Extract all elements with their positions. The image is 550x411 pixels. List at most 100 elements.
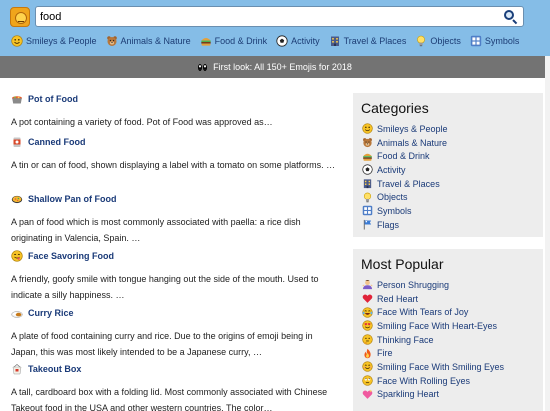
category-item-animals[interactable]: Animals & Nature [362,136,543,150]
result-title-link[interactable]: Shallow Pan of Food [28,194,117,204]
category-item-symbols[interactable]: Symbols [362,204,543,218]
savoring-face-icon [11,250,23,262]
popular-link[interactable]: Thinking Face [377,335,434,345]
thinking-face-icon [362,334,373,345]
popular-item[interactable]: Face With Tears of Joy [362,305,543,319]
nav-item-label: Travel & Places [343,36,407,46]
smiley-icon [11,35,23,47]
smiling-eyes-icon [362,361,373,372]
nav-item-travel[interactable]: Travel & Places [329,35,407,47]
banner-text: First look: All 150+ Emojis for 2018 [213,62,352,72]
lightbulb-icon [362,192,373,203]
nav-item-activity[interactable]: Activity [276,35,320,47]
nav-item-food[interactable]: Food & Drink [200,35,267,47]
popular-link[interactable]: Fire [377,348,393,358]
category-nav: Smileys & People Animals & Nature Food &… [11,34,528,48]
popular-link[interactable]: Smiling Face With Heart-Eyes [377,321,497,331]
popular-link[interactable]: Red Heart [377,294,418,304]
nav-item-smileys[interactable]: Smileys & People [11,35,97,47]
nav-item-objects[interactable]: Objects [415,35,461,47]
category-item-smileys[interactable]: Smileys & People [362,122,543,136]
soccer-ball-icon [362,164,373,175]
bear-icon [106,35,118,47]
sparkling-heart-icon [362,389,373,400]
category-link[interactable]: Travel & Places [377,179,440,189]
category-link[interactable]: Animals & Nature [377,138,447,148]
category-link[interactable]: Activity [377,165,406,175]
popular-item[interactable]: Person Shrugging [362,278,543,292]
soccer-ball-icon [276,35,288,47]
category-link[interactable]: Smileys & People [377,124,448,134]
popular-item[interactable]: Smiling Face With Smiling Eyes [362,360,543,374]
red-heart-icon [362,293,373,304]
result-description: A pot containing a variety of food. Pot … [11,117,273,127]
lightbulb-icon [415,35,427,47]
category-item-flags[interactable]: Flags [362,218,543,232]
popular-item[interactable]: Sparkling Heart [362,388,543,402]
result-description: A pan of food which is most commonly ass… [11,217,301,243]
result-title-link[interactable]: Face Savoring Food [28,251,114,261]
popular-item[interactable]: Thinking Face [362,333,543,347]
eyes-icon [198,63,208,71]
burger-icon [362,151,373,162]
scrollbar[interactable] [545,56,550,411]
curry-rice-icon [11,307,23,319]
nav-item-label: Animals & Nature [120,36,191,46]
result-description: A tin or can of food, shown displaying a… [11,160,336,170]
nav-item-label: Objects [430,36,461,46]
pot-of-food-icon [11,93,23,105]
popular-link[interactable]: Smiling Face With Smiling Eyes [377,362,504,372]
flag-icon [362,219,373,230]
result-title-link[interactable]: Takeout Box [28,364,81,374]
rolling-eyes-icon [362,375,373,386]
category-item-food[interactable]: Food & Drink [362,149,543,163]
smiley-icon [362,123,373,134]
categories-panel: Categories Smileys & People Animals & Na… [353,93,543,237]
building-icon [362,178,373,189]
nav-item-label: Symbols [484,36,520,46]
shrug-icon [362,279,373,290]
result-description: A friendly, goofy smile with tongue hang… [11,274,319,300]
result-description: A tall, cardboard box with a folding lid… [11,387,328,411]
popular-link[interactable]: Person Shrugging [377,280,449,290]
category-link[interactable]: Flags [377,220,399,230]
category-item-travel[interactable]: Travel & Places [362,177,543,191]
search-input[interactable] [40,9,480,24]
category-link[interactable]: Objects [377,192,408,202]
category-link[interactable]: Symbols [377,206,412,216]
fire-icon [362,348,373,359]
popular-link[interactable]: Face With Tears of Joy [377,307,468,317]
nav-item-animals[interactable]: Animals & Nature [106,35,191,47]
category-item-objects[interactable]: Objects [362,190,543,204]
most-popular-panel: Most Popular Person Shrugging Red Heart … [353,249,543,411]
result-item: Face Savoring Food A friendly, goofy smi… [11,250,341,303]
popular-item[interactable]: Smiling Face With Heart-Eyes [362,319,543,333]
symbols-icon [470,35,482,47]
category-link[interactable]: Food & Drink [377,151,430,161]
popular-item[interactable]: Face With Rolling Eyes [362,374,543,388]
heart-eyes-icon [362,320,373,331]
announcement-banner[interactable]: First look: All 150+ Emojis for 2018 [0,56,550,78]
result-item: Takeout Box A tall, cardboard box with a… [11,363,341,411]
result-item: Pot of Food A pot containing a variety o… [11,93,341,130]
search-button[interactable] [502,8,520,25]
popular-link[interactable]: Face With Rolling Eyes [377,376,470,386]
popular-link[interactable]: Sparkling Heart [377,389,439,399]
popular-item[interactable]: Red Heart [362,292,543,306]
takeout-box-icon [11,363,23,375]
popular-item[interactable]: Fire [362,346,543,360]
tears-of-joy-icon [362,307,373,318]
result-title-link[interactable]: Pot of Food [28,94,78,104]
building-icon [329,35,341,47]
result-description: A plate of food containing curry and ric… [11,331,313,357]
most-popular-heading: Most Popular [361,256,444,272]
result-item: Curry Rice A plate of food containing cu… [11,307,341,360]
site-logo-icon[interactable] [10,7,30,27]
result-title-link[interactable]: Curry Rice [28,308,74,318]
result-title-link[interactable]: Canned Food [28,137,86,147]
canned-food-icon [11,136,23,148]
category-item-activity[interactable]: Activity [362,163,543,177]
result-item: Shallow Pan of Food A pan of food which … [11,193,341,246]
top-bar: Smileys & People Animals & Nature Food &… [0,0,550,56]
nav-item-symbols[interactable]: Symbols [470,35,520,47]
